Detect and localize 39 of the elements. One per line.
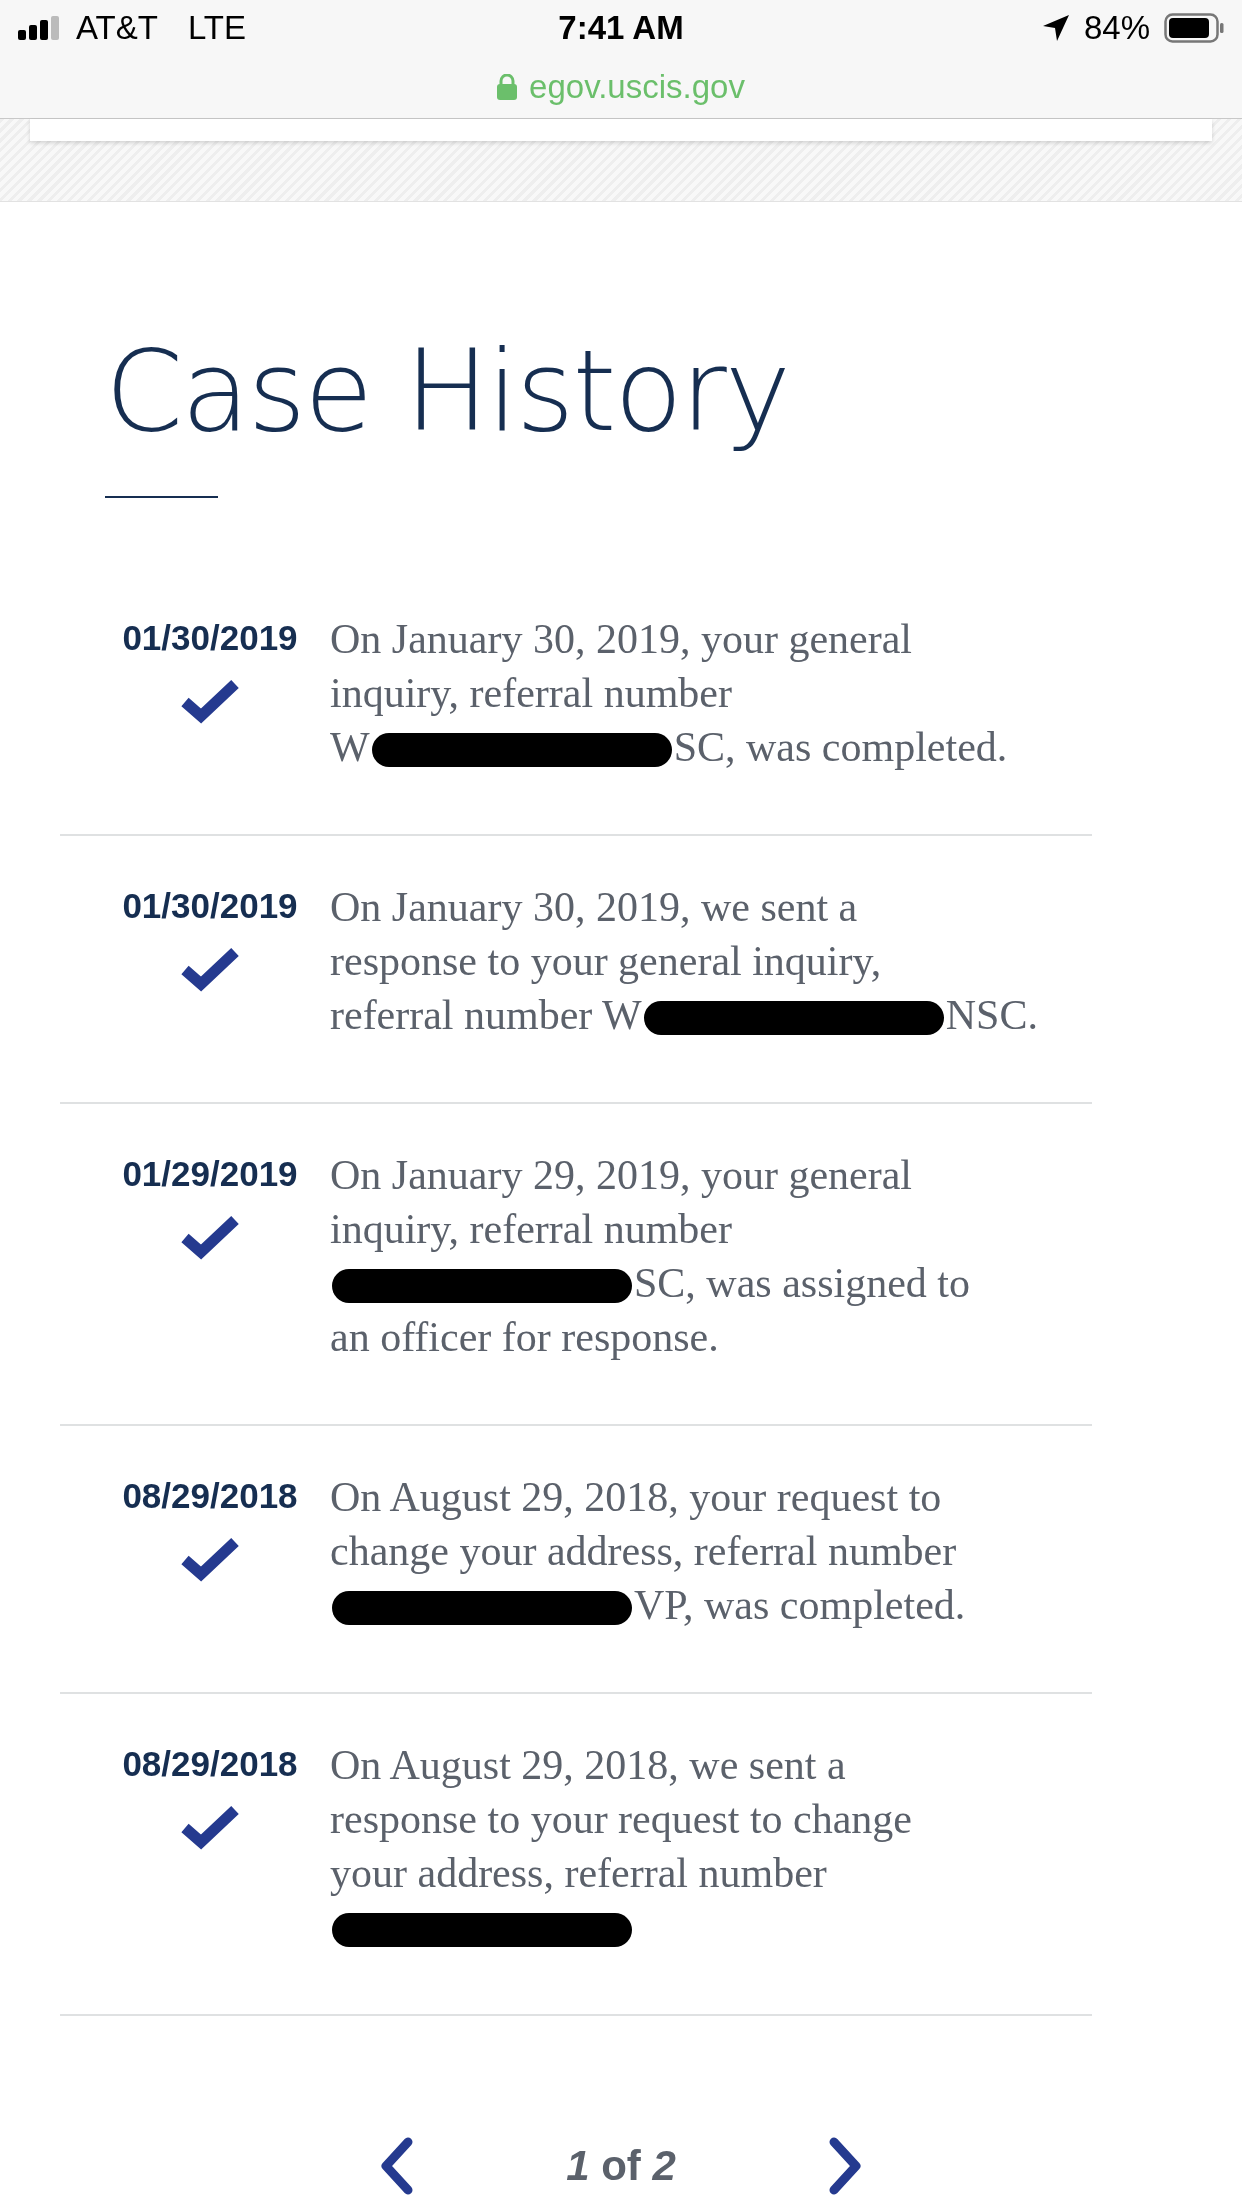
network-label: LTE [187,9,246,47]
entry-text: On January 30, 2019, your general [330,614,912,664]
checkmark-icon [179,677,241,724]
entry-text: On January 30, 2019, we sent a [330,882,858,932]
entry-date: 01/29/2019 [122,1153,298,1194]
entry-text: On August 29, 2018, your request to [330,1472,942,1522]
entry-text: VP, was completed. [634,1580,966,1630]
battery-percent: 84% [1083,9,1150,47]
entry-text: On January 29, 2019, your general [330,1150,912,1200]
signal-icon [18,16,62,40]
entry-date: 08/29/2018 [122,1743,298,1784]
checkmark-icon [179,1535,241,1582]
entry-date: 01/30/2019 [122,617,298,658]
entry-text: change your address, referral number [330,1526,957,1576]
page-title: Case History [105,327,790,456]
location-arrow-icon [1041,14,1070,42]
entry-text: W [330,722,370,772]
entry-text: your address, referral number [330,1848,827,1898]
entry-date: 01/30/2019 [122,885,298,926]
page-indicator: 1 of 2 [566,2141,676,2190]
entry-date: 08/29/2018 [122,1475,298,1516]
checkmark-icon [179,1803,241,1850]
entry-text: response to your request to change [330,1794,912,1844]
entry-text: SC, was completed. [673,722,1008,772]
checkmark-icon [179,1213,241,1260]
entry-text: inquiry, referral number [330,668,732,718]
entry-text: SC, was assigned to [634,1258,970,1308]
lock-icon [497,74,518,100]
checkmark-icon [179,945,241,992]
entry-text: referral number W [330,990,642,1040]
entry-text: response to your general inquiry, [330,936,882,986]
url-text[interactable]: egov.uscis.gov [529,68,745,106]
clock: 7:41 AM [558,9,684,47]
entry-text: On August 29, 2018, we sent a [330,1740,846,1790]
carrier-label: AT&T [76,9,158,47]
entry-text: NSC. [945,990,1038,1040]
entry-text: an officer for response. [330,1312,719,1362]
entry-text: inquiry, referral number [330,1204,732,1254]
battery-icon [1164,13,1224,43]
